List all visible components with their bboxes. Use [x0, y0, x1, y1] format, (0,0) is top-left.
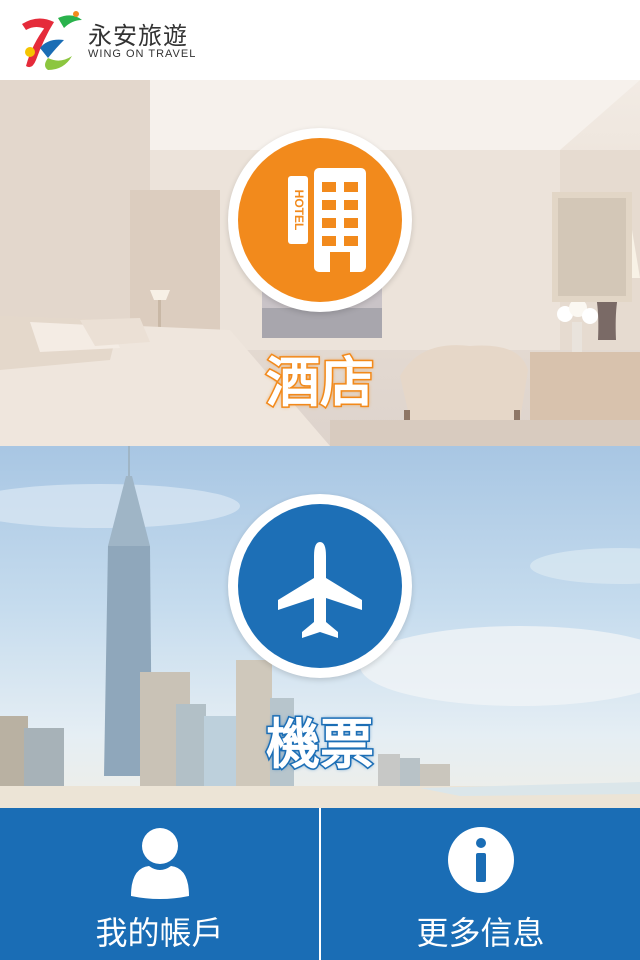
hotel-label[interactable]: 酒店: [0, 338, 640, 417]
my-account-tab[interactable]: 我的帳戶: [0, 808, 319, 960]
brand-name-chinese: 永安旅遊: [88, 22, 188, 50]
flight-button[interactable]: [228, 494, 412, 678]
hotel-building-icon: HOTEL: [288, 168, 366, 272]
more-info-label: 更多信息: [416, 914, 545, 952]
user-icon: [130, 828, 189, 899]
my-account-label: 我的帳戶: [95, 914, 224, 952]
logo-mark-icon: [22, 11, 82, 70]
hotel-button[interactable]: HOTEL: [228, 128, 412, 312]
wing-on-travel-logo[interactable]: 永安旅遊 WING ON TRAVEL: [18, 8, 198, 74]
hotel-badge-text: HOTEL: [292, 190, 306, 231]
brand-name-english: WING ON TRAVEL: [88, 48, 197, 60]
hotel-section[interactable]: HOTEL 酒店: [0, 80, 640, 446]
app-header: 永安旅遊 WING ON TRAVEL: [0, 0, 640, 80]
flight-label[interactable]: 機票: [0, 700, 640, 779]
bottom-navigation: 我的帳戶 更多信息: [0, 808, 640, 960]
more-info-tab[interactable]: 更多信息: [321, 808, 640, 960]
info-icon: [447, 827, 514, 893]
flight-section[interactable]: 機票: [0, 446, 640, 808]
airplane-icon: [278, 542, 362, 638]
